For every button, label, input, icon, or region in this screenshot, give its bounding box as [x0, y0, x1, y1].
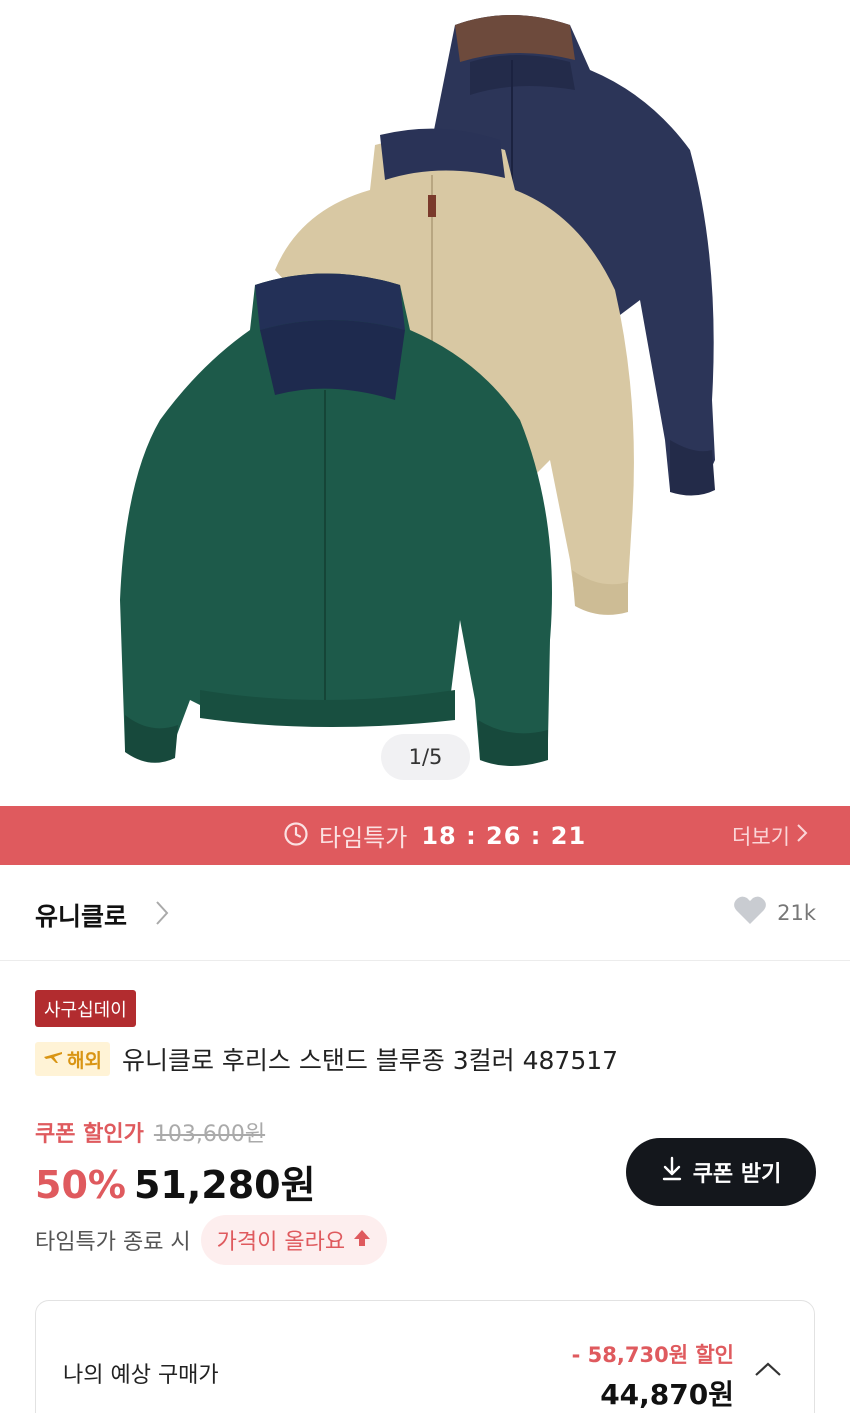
- final-price: 51,280원: [133, 1163, 316, 1207]
- overseas-tag-label: 해외: [67, 1049, 102, 1072]
- airplane-icon: [43, 1048, 63, 1071]
- estimated-discount: - 58,730원 할인: [571, 1343, 734, 1367]
- image-page-counter: 1/5: [381, 734, 470, 780]
- original-price: 103,600원: [153, 1122, 266, 1147]
- brand-row: 유니클로 21k: [0, 865, 850, 961]
- heart-icon: [733, 895, 767, 930]
- title-row: 해외 유니클로 후리스 스탠드 블루종 3컬러 487517: [35, 1041, 618, 1077]
- brand-name-link[interactable]: 유니클로: [35, 897, 127, 933]
- like-count: 21k: [777, 900, 816, 925]
- discount-rate: 50%: [35, 1163, 126, 1207]
- arrow-up-icon: [353, 1228, 371, 1253]
- product-photo-jackets: [120, 15, 715, 766]
- get-coupon-label: 쿠폰 받기: [692, 1162, 782, 1187]
- estimated-price: 44,870원: [600, 1378, 734, 1411]
- price-up-badge: 가격이 올라요: [200, 1215, 388, 1265]
- time-deal-more-label: 더보기: [732, 824, 790, 849]
- get-coupon-button[interactable]: 쿠폰 받기: [626, 1138, 816, 1206]
- chevron-right-icon[interactable]: [154, 899, 170, 931]
- product-title: 유니클로 후리스 스탠드 블루종 3컬러 487517: [121, 1046, 619, 1075]
- product-image-gallery[interactable]: 1/5: [0, 0, 850, 806]
- deal-end-text: 타임특가 종료 시: [35, 1230, 191, 1255]
- price-row: 50% 51,280원: [35, 1154, 316, 1209]
- time-deal-bar[interactable]: 타임특가 18 : 26 : 21 더보기: [0, 806, 850, 865]
- event-tag: 사구십데이: [35, 990, 136, 1027]
- time-deal-countdown: 18 : 26 : 21: [421, 821, 587, 850]
- chevron-right-icon: [796, 823, 808, 848]
- estimated-price-card[interactable]: 나의 예상 구매가 - 58,730원 할인 44,870원: [35, 1300, 815, 1413]
- price-up-text: 가격이 올라요: [216, 1230, 346, 1255]
- estimated-price-label: 나의 예상 구매가: [63, 1363, 219, 1388]
- price-label-row: 쿠폰 할인가 103,600원: [35, 1116, 265, 1148]
- coupon-price-label: 쿠폰 할인가: [35, 1122, 144, 1147]
- like-button[interactable]: 21k: [733, 895, 816, 930]
- overseas-tag: 해외: [35, 1042, 110, 1076]
- time-deal-label: 타임특가: [319, 824, 408, 852]
- deal-end-row: 타임특가 종료 시 가격이 올라요: [35, 1215, 388, 1265]
- chevron-up-icon[interactable]: [754, 1361, 782, 1381]
- download-icon: [661, 1156, 683, 1188]
- time-deal-more-link[interactable]: 더보기: [732, 806, 808, 865]
- clock-icon: [283, 821, 309, 851]
